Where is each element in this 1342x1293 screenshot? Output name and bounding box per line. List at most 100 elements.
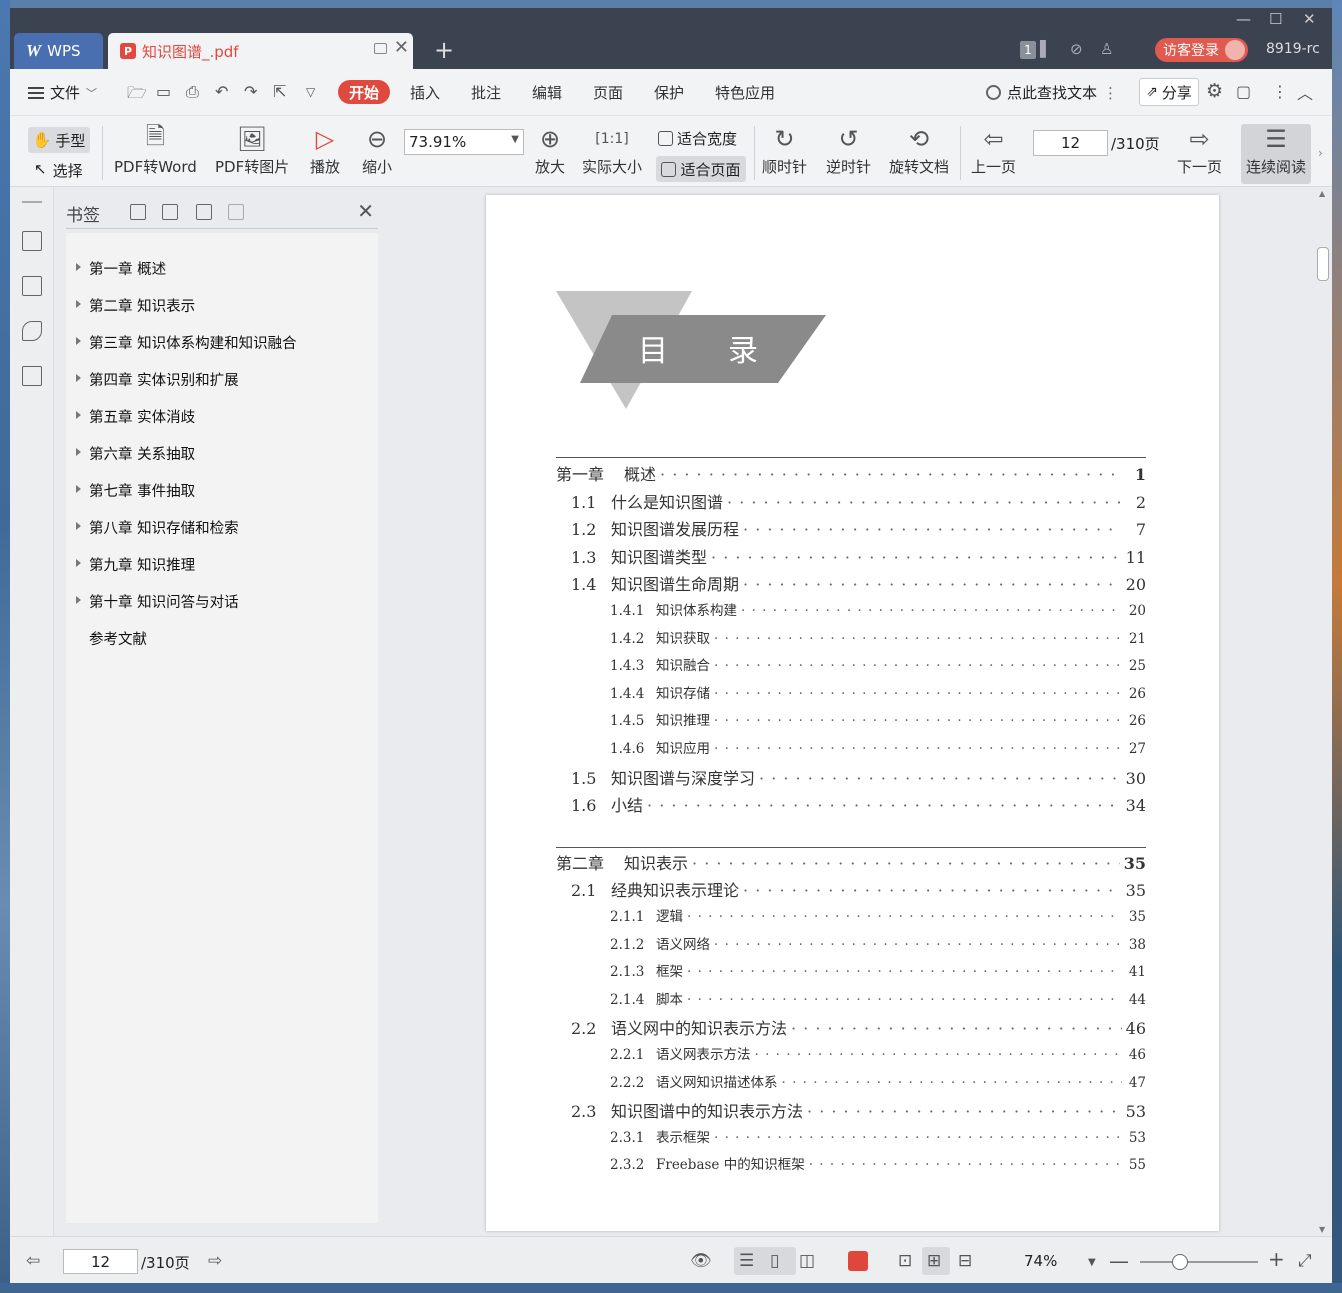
skin-icon[interactable]: ♙ [1100,40,1113,58]
actual-size-button[interactable]: [1:1] 实际大小 [582,122,642,177]
export-icon[interactable]: ⇱ [273,82,286,101]
scrollbar-thumb[interactable] [1317,247,1329,281]
toc-entry[interactable]: 1.4.4 知识存储 26 [556,682,1146,702]
toc-entry[interactable]: 2.1.3 框架 41 [556,960,1146,980]
toc-entry[interactable]: 2.2.2 语义网知识描述体系 47 [556,1071,1146,1091]
status-page-input[interactable]: 12 [63,1249,138,1274]
toc-entry[interactable]: 1.4.1 知识体系构建 20 [556,599,1146,619]
close-tab-icon[interactable]: ✕ [394,37,409,58]
zoom-in-button[interactable]: ⊕ 放大 [535,122,565,177]
toc-entry[interactable]: 2.3.2 Freebase 中的知识框架 55 [556,1153,1146,1173]
toc-entry[interactable]: 2.2 语义网中的知识表示方法 46 [556,1015,1146,1039]
pin-tab-icon[interactable] [374,43,387,54]
comment-icon[interactable]: ▢ [1236,82,1251,101]
toc-entry[interactable]: 1.4.6 知识应用 27 [556,737,1146,757]
menu-tab-annotate[interactable]: 批注 [471,82,501,103]
pdf-to-image-button[interactable]: 🖼 PDF转图片 [215,122,289,177]
toc-entry[interactable]: 1.3 知识图谱类型 11 [556,544,1146,568]
expand-triangle-icon[interactable] [76,448,81,456]
collapse-all-icon[interactable] [162,204,178,220]
menu-tab-page[interactable]: 页面 [593,82,623,103]
add-bookmark-icon[interactable] [196,204,212,220]
expand-triangle-icon[interactable] [76,485,81,493]
toc-entry[interactable]: 1.1 什么是知识图谱 2 [556,489,1146,513]
close-window-icon[interactable]: ✕ [1303,10,1316,28]
toc-entry[interactable]: 2.3.1 表示框架 53 [556,1126,1146,1146]
expand-triangle-icon[interactable] [76,374,81,382]
continuous-reading-button[interactable]: ☰ 连续阅读 [1241,124,1311,184]
select-tool-button[interactable]: ↖ 选择 [34,160,83,181]
more-options-icon[interactable]: ⋮ [1272,82,1288,101]
toc-entry[interactable]: 1.5 知识图谱与深度学习 30 [556,765,1146,789]
undo-icon[interactable]: ↶ [215,82,228,101]
file-menu[interactable]: 文件 ﹀ [28,82,97,103]
vertical-scrollbar[interactable]: ▲ ▼ [1314,187,1332,1236]
toc-entry[interactable]: 第二章知识表示 35 [556,850,1146,874]
toc-entry[interactable]: 2.1 经典知识表示理论 35 [556,877,1146,901]
quick-access-dropdown-icon[interactable]: ▽ [306,85,315,99]
fullscreen-icon[interactable]: ⤢ [1298,1251,1312,1271]
expand-triangle-icon[interactable] [76,300,81,308]
fit-width-button[interactable]: 适合宽度 [658,128,737,149]
toc-entry[interactable]: 2.1.4 脚本 44 [556,988,1146,1008]
two-page-view-icon[interactable]: ◫ [799,1251,815,1271]
status-zoom-value[interactable]: 74% [1024,1252,1057,1270]
menu-tab-edit[interactable]: 编辑 [532,82,562,103]
play-button[interactable]: ▷ 播放 [310,122,340,177]
zoom-minus-icon[interactable]: — [1109,1249,1129,1273]
menu-tab-special[interactable]: 特色应用 [715,82,775,103]
scroll-up-icon[interactable]: ▲ [1319,189,1325,198]
toc-entry[interactable]: 1.2 知识图谱发展历程 7 [556,516,1146,540]
expand-triangle-icon[interactable] [76,337,81,345]
expand-triangle-icon[interactable] [76,596,81,604]
hand-tool-button[interactable]: ✋ 手型 [28,127,90,153]
sync-icon[interactable]: ⊘ [1070,40,1083,58]
toc-entry[interactable]: 1.4.3 知识融合 25 [556,654,1146,674]
expand-all-icon[interactable] [130,204,146,220]
redo-icon[interactable]: ↷ [244,82,257,101]
toc-entry[interactable]: 2.1.2 语义网络 38 [556,933,1146,953]
layout-icon[interactable]: ▌ [1040,40,1052,58]
continuous-view-icon[interactable]: ☰ [739,1251,754,1271]
expand-triangle-icon[interactable] [76,263,81,271]
scroll-down-icon[interactable]: ▼ [1319,1225,1325,1234]
wps-home-tab[interactable]: W WPS [14,33,103,69]
page-search-icon[interactable] [22,366,42,386]
document-view[interactable]: 目 录 第一章概述 1 1.1 什么是知识图谱 2 1.2 知识图谱发展历程 7 1.3 知识图谱… [390,187,1332,1236]
prev-page-button[interactable]: ⇦ 上一页 [971,122,1016,177]
print-icon[interactable]: ⎙ [186,82,199,102]
next-page-button[interactable]: ⇨ 下一页 [1177,122,1222,177]
toc-entry[interactable]: 1.4.5 知识推理 26 [556,709,1146,729]
close-panel-icon[interactable]: ✕ [357,199,374,223]
collapse-ribbon-icon[interactable]: ︿ [1297,80,1313,104]
share-button[interactable]: ⇗ 分享 [1139,78,1199,106]
next-page-arrow-icon[interactable]: ⇨ [208,1251,222,1271]
play-slideshow-icon[interactable] [848,1251,868,1271]
toc-entry[interactable]: 2.3 知识图谱中的知识表示方法 53 [556,1098,1146,1122]
bookmark-list-icon[interactable] [22,231,42,251]
expand-triangle-icon[interactable] [76,559,81,567]
prev-page-arrow-icon[interactable]: ⇦ [26,1251,40,1271]
visitor-login-button[interactable]: 访客登录 [1155,38,1248,62]
zoom-out-button[interactable]: ⊖ 缩小 [362,122,392,177]
menu-tab-insert[interactable]: 插入 [410,82,440,103]
menu-tab-start[interactable]: 开始 [338,80,390,104]
toc-entry[interactable]: 第一章概述 1 [556,461,1146,485]
zoom-dropdown-icon[interactable]: ▼ [1088,1257,1096,1268]
toc-entry[interactable]: 2.2.1 语义网表示方法 46 [556,1043,1146,1063]
zoom-slider-knob[interactable] [1172,1254,1188,1270]
save-icon[interactable]: ▭ [156,82,171,101]
zoom-percent-select[interactable]: 73.91% ▼ [404,129,524,155]
single-page-view-icon[interactable]: ▯ [770,1251,779,1271]
more-vertical-icon[interactable]: ⋮ [1103,84,1118,102]
page-number-input[interactable]: 12 [1033,130,1108,156]
find-text-search[interactable]: 点此查找文本 ⋮ [986,82,1118,103]
rotate-clockwise-button[interactable]: ↻ 顺时针 [762,122,807,177]
settings-gear-icon[interactable]: ⚙ [1206,80,1223,102]
rotate-document-button[interactable]: ⟲ 旋转文档 [889,122,949,177]
toc-entry[interactable]: 1.6 小结 34 [556,792,1146,816]
new-tab-icon[interactable]: + [434,36,454,64]
delete-bookmark-icon[interactable] [228,204,244,220]
thumbnail-image-icon[interactable] [22,276,42,296]
minimize-icon[interactable]: — [1236,10,1251,28]
